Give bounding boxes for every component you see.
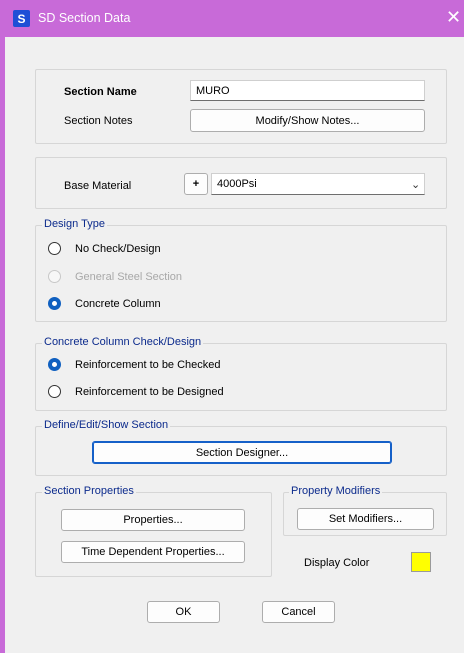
app-logo-icon: S (13, 10, 30, 27)
design-type-legend: Design Type (42, 218, 107, 230)
time-dependent-properties-button[interactable]: Time Dependent Properties... (61, 541, 245, 563)
section-name-input[interactable]: MURO (190, 80, 425, 101)
section-designer-button[interactable]: Section Designer... (92, 441, 392, 464)
concrete-check-group (35, 343, 447, 411)
section-name-label: Section Name (64, 86, 137, 98)
property-modifiers-legend: Property Modifiers (289, 485, 383, 497)
no-check-design-radio[interactable] (48, 242, 61, 255)
display-color-label: Display Color (304, 557, 370, 569)
add-material-button[interactable]: + (184, 173, 208, 195)
define-section-legend: Define/Edit/Show Section (42, 419, 171, 431)
section-properties-group (35, 492, 272, 577)
window-title: SD Section Data (38, 11, 131, 25)
general-steel-section-radio (48, 270, 61, 283)
general-steel-section-label: General Steel Section (75, 271, 183, 283)
concrete-check-legend: Concrete Column Check/Design (42, 336, 204, 348)
base-material-label: Base Material (64, 180, 132, 192)
base-material-value: 4000Psi (217, 178, 257, 190)
title-bar[interactable]: S SD Section Data ✕ (0, 0, 464, 37)
close-icon[interactable]: ✕ (446, 8, 461, 26)
no-check-design-label[interactable]: No Check/Design (75, 243, 161, 255)
set-modifiers-button[interactable]: Set Modifiers... (297, 508, 434, 530)
modify-show-notes-button[interactable]: Modify/Show Notes... (190, 109, 425, 132)
base-material-select[interactable]: 4000Psi (211, 173, 425, 195)
reinforcement-checked-radio[interactable] (48, 358, 61, 371)
window-border (0, 37, 5, 653)
ok-button[interactable]: OK (147, 601, 220, 623)
reinforcement-checked-label[interactable]: Reinforcement to be Checked (75, 359, 221, 371)
section-notes-label: Section Notes (64, 115, 133, 127)
reinforcement-designed-radio[interactable] (48, 385, 61, 398)
properties-button[interactable]: Properties... (61, 509, 245, 531)
reinforcement-designed-label[interactable]: Reinforcement to be Designed (75, 386, 224, 398)
section-properties-legend: Section Properties (42, 485, 136, 497)
concrete-column-label[interactable]: Concrete Column (75, 298, 161, 310)
display-color-swatch[interactable] (411, 552, 431, 572)
cancel-button[interactable]: Cancel (262, 601, 335, 623)
chevron-down-icon[interactable]: ⌄ (411, 178, 420, 191)
concrete-column-radio[interactable] (48, 297, 61, 310)
